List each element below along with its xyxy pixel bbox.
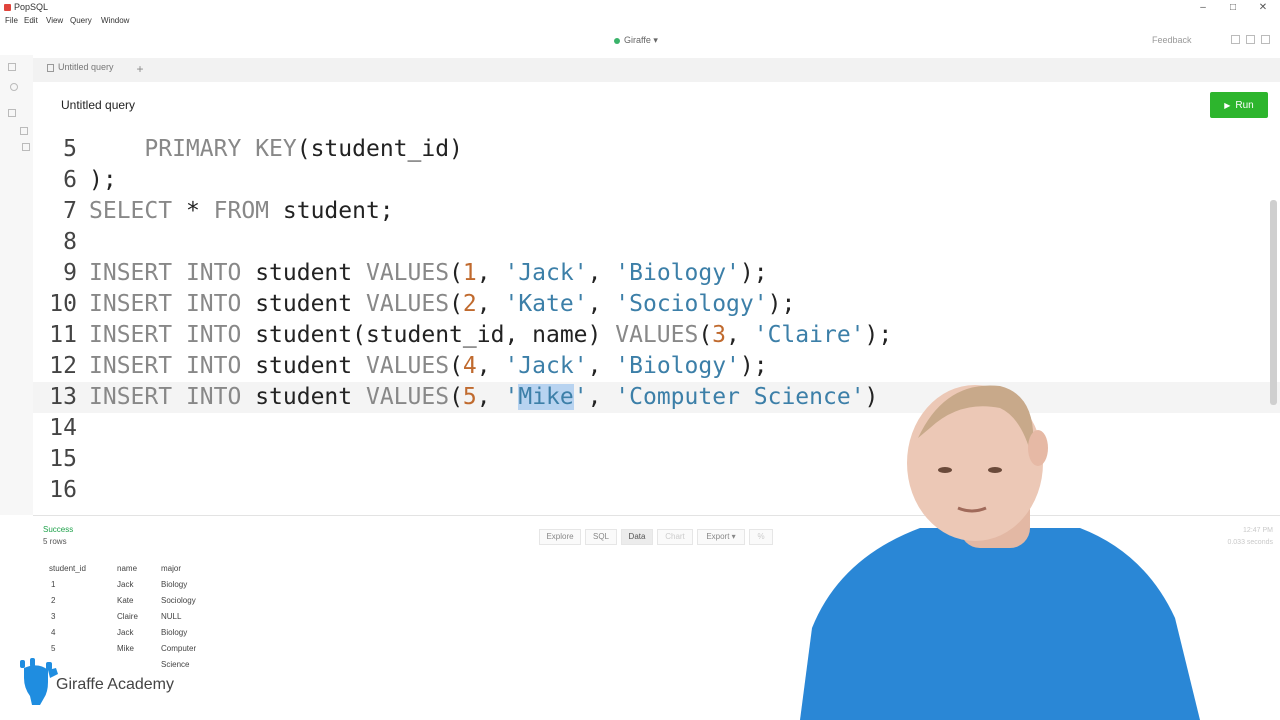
table-cell: NULL <box>161 612 182 621</box>
code-text[interactable]: INSERT INTO student VALUES(2, 'Kate', 'S… <box>89 289 795 320</box>
query-tab-icon <box>47 63 54 72</box>
tab-untitled-query[interactable]: Untitled query <box>47 62 114 78</box>
code-text[interactable]: INSERT INTO student VALUES(5, 'Mike', 'C… <box>89 382 878 413</box>
presenter-webcam-overlay <box>800 385 1200 720</box>
text-selection: Mike <box>518 384 574 410</box>
layout-right-icon[interactable] <box>1261 35 1270 44</box>
query-file-icon[interactable] <box>22 143 30 151</box>
table-cell: 4 <box>51 628 56 637</box>
run-button[interactable]: ▶ Run <box>1210 92 1268 118</box>
line-number: 8 <box>63 229 77 255</box>
line-number: 6 <box>63 167 77 193</box>
column-header-student-id[interactable]: student_id <box>49 561 86 577</box>
run-timestamp: 12:47 PM <box>1243 527 1273 534</box>
menu-view[interactable]: View <box>46 16 63 25</box>
line-number: 15 <box>49 446 77 472</box>
line-number: 11 <box>49 322 77 348</box>
tab-bar: Untitled query + <box>33 58 1280 82</box>
connection-name: Giraffe ▾ <box>624 35 658 45</box>
code-line[interactable]: 6); <box>33 165 1280 196</box>
menu-window[interactable]: Window <box>101 16 129 25</box>
play-icon: ▶ <box>1224 100 1231 110</box>
title-bar: PopSQL – □ ✕ <box>0 0 1280 15</box>
table-cell: 5 <box>51 644 56 653</box>
connection-status-icon <box>614 37 620 44</box>
brand-name: Giraffe Academy <box>56 676 174 693</box>
sidebar-toggle-icon[interactable] <box>8 63 16 71</box>
connection-selector[interactable]: Giraffe ▾ <box>614 35 658 46</box>
table-cell: 2 <box>51 596 56 605</box>
code-text[interactable]: INSERT INTO student(student_id, name) VA… <box>89 320 892 351</box>
column-header-major[interactable]: major <box>161 561 181 577</box>
sidebar-rail <box>0 55 33 515</box>
maximize-button[interactable]: □ <box>1218 0 1248 15</box>
code-text[interactable]: PRIMARY KEY(student_id) <box>89 134 463 165</box>
app-logo-icon <box>4 4 11 11</box>
table-cell: Biology <box>161 580 188 589</box>
table-cell: Jack <box>117 628 134 637</box>
table-cell: Jack <box>117 580 134 589</box>
tab-label: Untitled query <box>58 62 114 72</box>
layout-bottom-icon[interactable] <box>1246 35 1255 44</box>
table-cell: Kate <box>117 596 134 605</box>
line-number: 13 <box>49 384 77 410</box>
line-number: 7 <box>63 198 77 224</box>
line-number: 9 <box>63 260 77 286</box>
run-label: Run <box>1235 99 1254 111</box>
table-cell: Biology <box>161 628 188 637</box>
query-title[interactable]: Untitled query <box>61 98 135 112</box>
data-button[interactable]: Data <box>621 529 653 545</box>
sql-button[interactable]: SQL <box>585 529 617 545</box>
status-label: Success <box>43 525 74 534</box>
folder-icon[interactable] <box>8 109 16 117</box>
menu-file[interactable]: File <box>5 16 18 25</box>
app-name: PopSQL <box>14 2 49 12</box>
new-tab-button[interactable]: + <box>131 60 149 78</box>
close-button[interactable]: ✕ <box>1248 0 1278 15</box>
code-text[interactable]: SELECT * FROM student; <box>89 196 394 227</box>
menu-query[interactable]: Query <box>70 16 92 25</box>
code-text[interactable]: INSERT INTO student VALUES(1, 'Jack', 'B… <box>89 258 768 289</box>
editor-scrollbar[interactable] <box>1270 200 1277 405</box>
top-bar: Giraffe ▾ Feedback <box>0 30 1280 52</box>
export-button[interactable]: Export ▾ <box>697 529 745 545</box>
table-cell: 1 <box>51 580 56 589</box>
line-number: 5 <box>63 136 77 162</box>
line-number: 10 <box>49 291 77 317</box>
code-line[interactable]: 5 PRIMARY KEY(student_id) <box>33 134 1280 165</box>
explore-button[interactable]: Explore <box>539 529 581 545</box>
code-line[interactable]: 8 <box>33 227 1280 258</box>
minimize-button[interactable]: – <box>1188 0 1218 15</box>
column-header-name[interactable]: name <box>117 561 137 577</box>
table-cell: Claire <box>117 612 138 621</box>
line-number: 16 <box>49 477 77 503</box>
line-number: 14 <box>49 415 77 441</box>
sidebar-connection-icon[interactable] <box>10 83 18 91</box>
code-text[interactable]: ); <box>89 165 117 196</box>
run-duration: 0.033 seconds <box>1227 539 1273 546</box>
folder-icon-2[interactable] <box>20 127 28 135</box>
menu-bar: File Edit View Query Window <box>0 15 300 29</box>
code-line[interactable]: 11 INSERT INTO student(student_id, name) … <box>33 320 1280 351</box>
layout-left-icon[interactable] <box>1231 35 1240 44</box>
table-cell: Sociology <box>161 596 196 605</box>
giraffe-logo-icon <box>20 658 58 705</box>
chart-button[interactable]: Chart <box>657 529 693 545</box>
code-line[interactable]: 9 INSERT INTO student VALUES(1, 'Jack', '… <box>33 258 1280 289</box>
code-line[interactable]: 10 INSERT INTO student VALUES(2, 'Kate', … <box>33 289 1280 320</box>
row-count: 5 rows <box>43 537 67 546</box>
brand-watermark: Giraffe Academy <box>18 658 208 708</box>
feedback-link[interactable]: Feedback <box>1152 35 1192 45</box>
percent-button[interactable]: % <box>749 529 773 545</box>
code-line[interactable]: 7 SELECT * FROM student; <box>33 196 1280 227</box>
table-cell: 3 <box>51 612 56 621</box>
run-time: 12:47 PM 0.033 seconds <box>1203 525 1273 549</box>
code-text[interactable]: INSERT INTO student VALUES(4, 'Jack', 'B… <box>89 351 768 382</box>
menu-edit[interactable]: Edit <box>24 16 38 25</box>
table-cell: Mike <box>117 644 134 653</box>
query-header: Untitled query ▶ Run <box>33 88 1280 122</box>
line-number: 12 <box>49 353 77 379</box>
